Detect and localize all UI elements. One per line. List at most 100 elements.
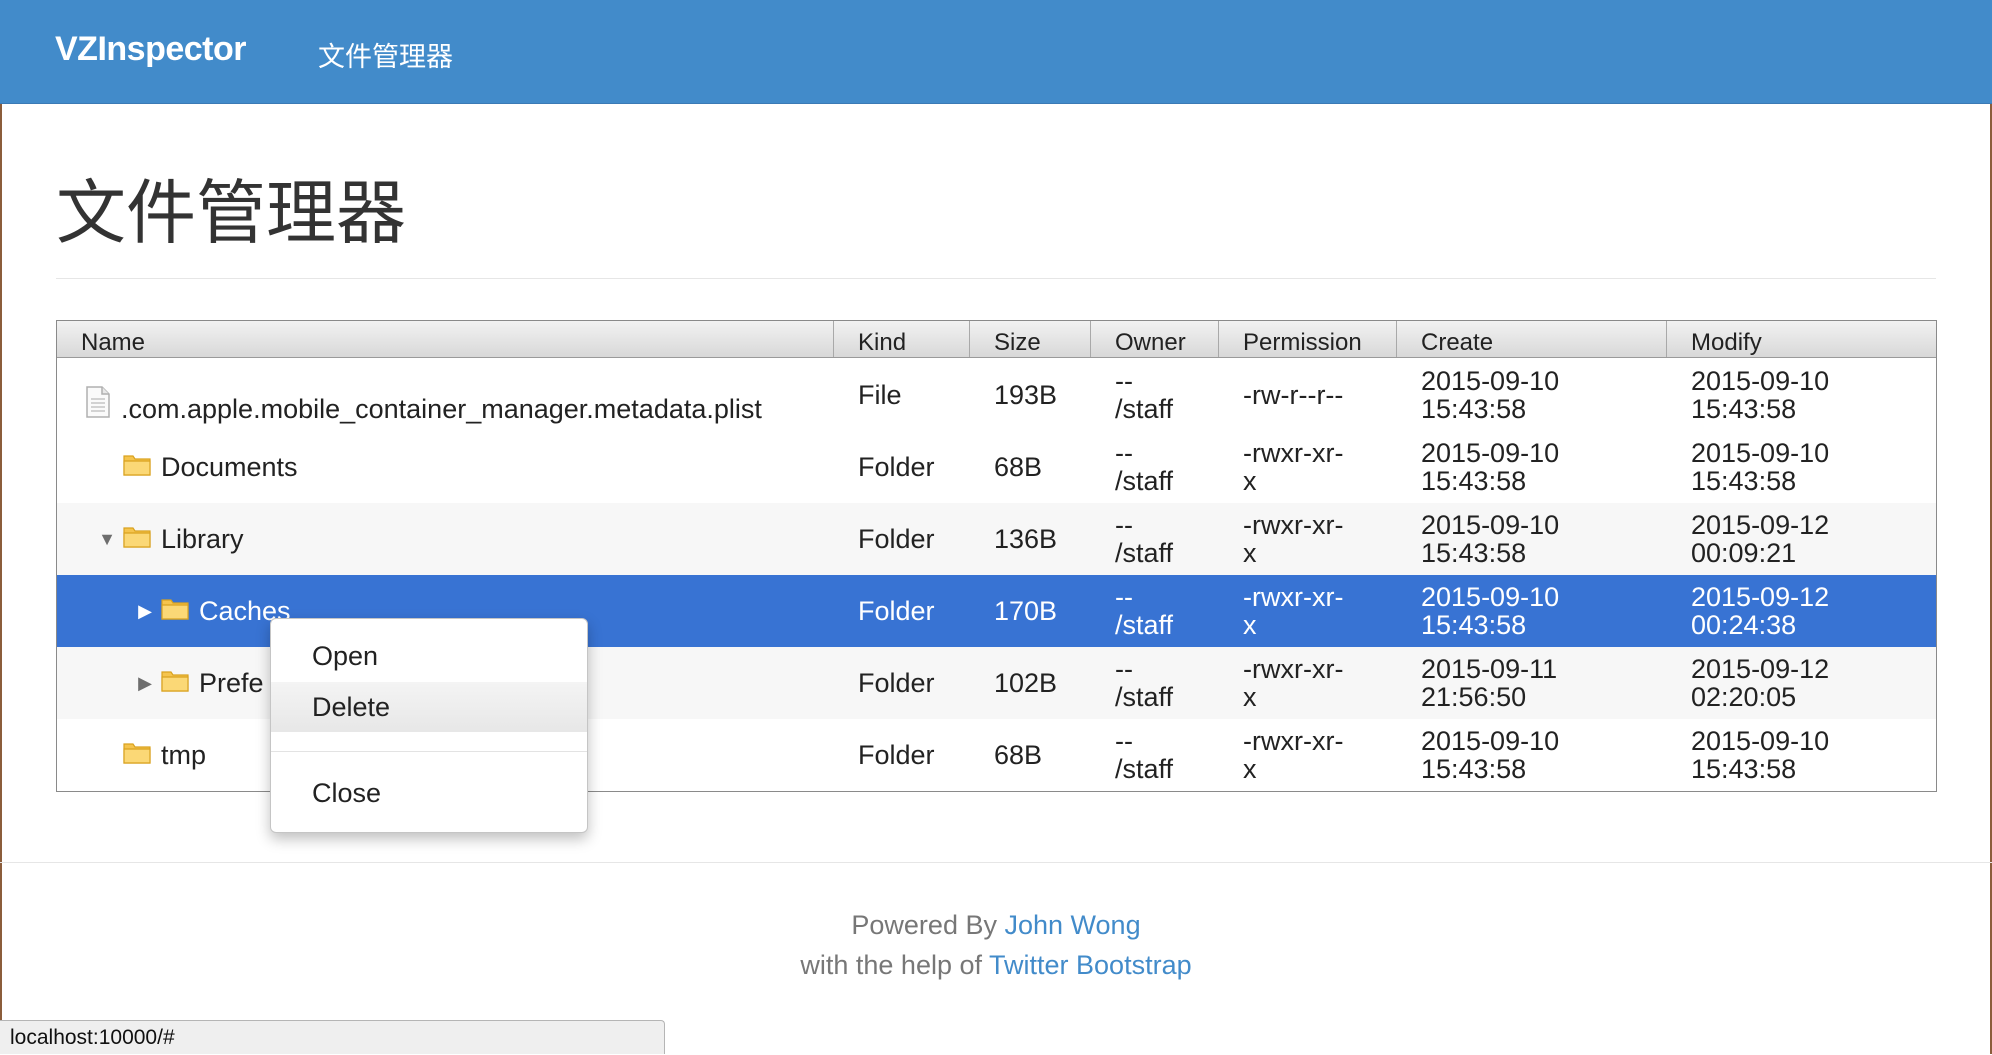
- name-cell: ▶ Prefe: [129, 647, 263, 719]
- column-header-name[interactable]: Name: [57, 321, 833, 357]
- column-header-create[interactable]: Create: [1396, 321, 1666, 357]
- name-cell: ▼ Library: [91, 503, 244, 575]
- file-name: Library: [161, 523, 244, 554]
- column-header-permission[interactable]: Permission: [1218, 321, 1396, 357]
- permission-line-2: x: [1243, 754, 1257, 784]
- permission-cell: -rwxr-xr-x: [1243, 719, 1343, 791]
- create-cell: 2015-09-11 21:56:50: [1421, 647, 1557, 719]
- modify-time: 15:43:58: [1691, 466, 1797, 496]
- column-header-modify[interactable]: Modify: [1666, 321, 1936, 357]
- kind-cell: Folder: [858, 596, 935, 626]
- folder-icon: [161, 668, 189, 699]
- create-cell: 2015-09-10 15:43:58: [1421, 503, 1559, 575]
- create-date: 2015-09-10: [1421, 438, 1560, 468]
- permission-cell: -rwxr-xr-x: [1243, 647, 1343, 719]
- kind-cell: Folder: [858, 740, 935, 770]
- folder-icon: [161, 596, 189, 627]
- modify-cell: 2015-09-10 15:43:58: [1691, 431, 1829, 503]
- name-cell: Documents: [123, 431, 298, 503]
- create-time: 15:43:58: [1421, 394, 1527, 424]
- create-cell: 2015-09-10 15:43:58: [1421, 575, 1559, 647]
- column-header-kind[interactable]: Kind: [833, 321, 969, 357]
- name-cell: .com.apple.mobile_container_manager.meta…: [85, 359, 762, 431]
- modify-date: 2015-09-10: [1691, 726, 1830, 756]
- permission-line-2: x: [1243, 466, 1257, 496]
- kind-cell: Folder: [858, 668, 935, 698]
- table-header: Name Kind Size Owner Permission Create M…: [57, 321, 1936, 358]
- create-date: 2015-09-10: [1421, 366, 1560, 396]
- size-cell: 68B: [994, 452, 1043, 482]
- file-name: .com.apple.mobile_container_manager.meta…: [121, 393, 762, 424]
- bootstrap-link[interactable]: Twitter Bootstrap: [989, 950, 1192, 980]
- nav-file-manager-link[interactable]: 文件管理器: [318, 35, 453, 74]
- modify-date: 2015-09-12: [1691, 510, 1830, 540]
- size-cell: 68B: [994, 740, 1043, 770]
- owner-line-2: /staff: [1115, 610, 1174, 640]
- permission-line-2: x: [1243, 610, 1257, 640]
- owner-line-2: /staff: [1115, 394, 1174, 424]
- menu-item-close[interactable]: Close: [271, 768, 587, 818]
- permission-line-1: -rwxr-xr-: [1243, 438, 1344, 468]
- owner-line-1: --: [1115, 510, 1133, 540]
- create-date: 2015-09-10: [1421, 726, 1560, 756]
- modify-time: 15:43:58: [1691, 754, 1797, 784]
- owner-cell: --/staff: [1115, 647, 1173, 719]
- owner-cell: --/staff: [1115, 431, 1173, 503]
- collapse-triangle-icon[interactable]: ▶: [129, 673, 161, 694]
- table-row[interactable]: Documents Folder 68B --/staff -rwxr-xr-x…: [57, 431, 1936, 503]
- size-cell: 136B: [994, 524, 1058, 554]
- permission-line-2: x: [1243, 538, 1257, 568]
- top-navbar: VZInspector 文件管理器: [0, 0, 1992, 104]
- create-cell: 2015-09-10 15:43:58: [1421, 431, 1559, 503]
- kind-cell: Folder: [858, 524, 935, 554]
- permission-line-1: -rwxr-xr-: [1243, 510, 1344, 540]
- owner-line-2: /staff: [1115, 466, 1174, 496]
- permission-line-1: -rwxr-xr-: [1243, 726, 1344, 756]
- permission-cell: -rwxr-xr-x: [1243, 503, 1343, 575]
- name-cell: tmp: [123, 719, 206, 791]
- owner-line-2: /staff: [1115, 682, 1174, 712]
- folder-icon: [123, 452, 151, 483]
- modify-time: 02:20:05: [1691, 682, 1797, 712]
- create-date: 2015-09-10: [1421, 582, 1560, 612]
- modify-cell: 2015-09-12 00:24:38: [1691, 575, 1829, 647]
- owner-line-1: --: [1115, 582, 1133, 612]
- status-bar-url: localhost:10000/#: [0, 1020, 665, 1054]
- column-header-owner[interactable]: Owner: [1090, 321, 1218, 357]
- context-menu: Open Delete Close: [270, 618, 588, 833]
- author-link[interactable]: John Wong: [1004, 910, 1140, 940]
- column-header-size[interactable]: Size: [969, 321, 1090, 357]
- modify-time: 00:24:38: [1691, 610, 1797, 640]
- owner-cell: --/staff: [1115, 719, 1173, 791]
- permission-line-2: x: [1243, 682, 1257, 712]
- owner-line-1: --: [1115, 438, 1133, 468]
- title-divider: [56, 278, 1936, 279]
- owner-line-1: --: [1115, 654, 1133, 684]
- file-name: Documents: [161, 451, 298, 482]
- table-row[interactable]: .com.apple.mobile_container_manager.meta…: [57, 359, 1936, 431]
- footer-line-1: Powered By John Wong: [0, 905, 1992, 945]
- owner-line-2: /staff: [1115, 754, 1174, 784]
- menu-item-delete[interactable]: Delete: [271, 682, 587, 732]
- modify-time: 15:43:58: [1691, 394, 1797, 424]
- owner-cell: --/staff: [1115, 359, 1173, 431]
- collapse-triangle-icon[interactable]: ▶: [129, 601, 161, 622]
- modify-cell: 2015-09-10 15:43:58: [1691, 719, 1829, 791]
- create-time: 15:43:58: [1421, 466, 1527, 496]
- owner-line-1: --: [1115, 366, 1133, 396]
- create-date: 2015-09-11: [1421, 654, 1558, 684]
- permission-cell: -rw-r--r--: [1243, 380, 1344, 410]
- create-time: 15:43:58: [1421, 610, 1527, 640]
- modify-date: 2015-09-10: [1691, 366, 1830, 396]
- name-cell: ▶ Caches: [129, 575, 290, 647]
- expand-triangle-icon[interactable]: ▼: [91, 529, 123, 550]
- modify-time: 00:09:21: [1691, 538, 1797, 568]
- footer-line-2: with the help of Twitter Bootstrap: [0, 945, 1992, 985]
- size-cell: 102B: [994, 668, 1058, 698]
- modify-date: 2015-09-10: [1691, 438, 1830, 468]
- modify-date: 2015-09-12: [1691, 654, 1830, 684]
- brand-link[interactable]: VZInspector: [55, 30, 246, 69]
- table-row[interactable]: ▼ Library Folder 136B --/staff -rwxr-xr-…: [57, 503, 1936, 575]
- kind-cell: File: [858, 380, 902, 410]
- menu-item-open[interactable]: Open: [271, 631, 587, 681]
